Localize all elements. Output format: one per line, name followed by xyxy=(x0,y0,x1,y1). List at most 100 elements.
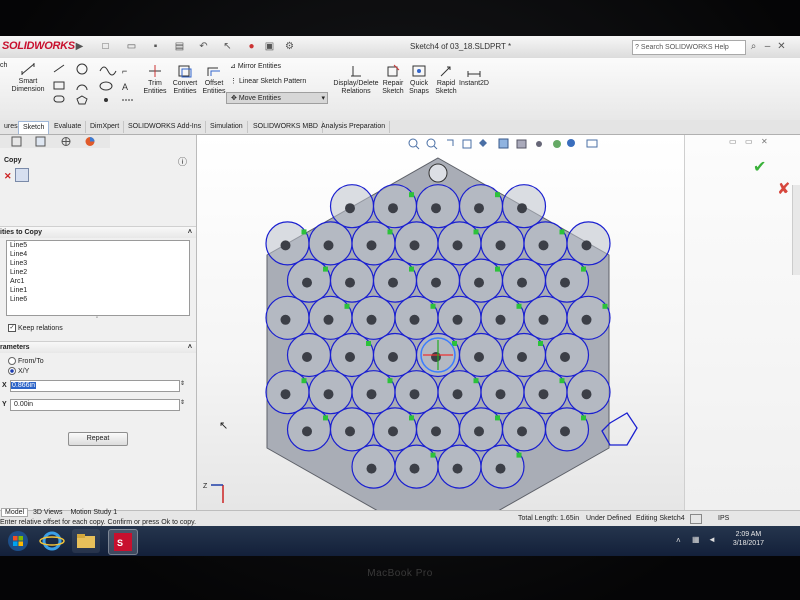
cancel-icon[interactable]: ✕ xyxy=(4,171,12,182)
tab-simulation[interactable]: Simulation xyxy=(206,121,248,133)
repeat-button[interactable]: Repeat xyxy=(68,432,128,446)
convert-entities-button[interactable]: Convert Entities xyxy=(170,64,200,96)
menu-arrow-icon[interactable]: ▶ xyxy=(74,41,85,52)
parameters-section-header[interactable]: rameters ˄ xyxy=(0,341,196,353)
rapid-sketch-button[interactable]: Rapid Sketch xyxy=(434,64,458,96)
from-to-radio[interactable]: From/To xyxy=(8,357,44,365)
tray-up-icon[interactable]: ˄ xyxy=(676,536,681,545)
instant2d-button[interactable]: Instant2D xyxy=(458,64,490,88)
pin-hole xyxy=(366,240,377,251)
tab-mbd[interactable]: SOLIDWORKS MBD xyxy=(249,121,323,133)
rebuild-icon[interactable] xyxy=(690,514,702,524)
checkbox-checked-icon[interactable]: ✓ xyxy=(8,324,16,332)
exit-sketch-icon[interactable]: ✘ xyxy=(777,179,790,199)
task-pane-tabs[interactable] xyxy=(792,185,800,275)
tab-add-ins[interactable]: SOLIDWORKS Add-Ins xyxy=(124,121,207,133)
volume-icon[interactable]: ◄ xyxy=(708,535,716,544)
pin-hole xyxy=(538,314,549,325)
windows-logo-icon xyxy=(8,531,28,551)
list-item[interactable]: Line3 xyxy=(7,259,189,268)
linear-sketch-pattern-button[interactable]: ⋮ Linear Sketch Pattern xyxy=(230,76,306,88)
save-icon[interactable]: ▪ xyxy=(150,41,161,52)
solidworks-app-icon: S xyxy=(114,533,132,551)
select-icon[interactable]: ↖ xyxy=(222,41,233,52)
open-folder-icon[interactable]: ▭ xyxy=(126,41,137,52)
mirror-entities-label: Mirror Entities xyxy=(237,63,281,70)
pin-hole xyxy=(517,352,527,362)
traffic-light-icon[interactable]: ● xyxy=(246,41,257,52)
relation-marker xyxy=(387,378,393,384)
spin-arrows-icon[interactable]: ⇕ xyxy=(180,380,185,387)
tab-sketch[interactable]: Sketch xyxy=(18,121,50,134)
restore-icon[interactable]: ▭ xyxy=(729,137,737,146)
chevron-down-icon[interactable]: ▾ xyxy=(321,93,327,105)
relation-marker xyxy=(495,266,500,272)
entities-list[interactable]: Line5 Line4 Line3 Line2 Arc1 Line1 Line6 xyxy=(6,240,190,316)
file-explorer-button[interactable] xyxy=(72,529,100,553)
list-item[interactable]: Arc1 xyxy=(7,277,189,286)
relation-marker xyxy=(495,192,500,198)
start-button[interactable] xyxy=(4,529,32,553)
collapse-chevron-icon[interactable]: ˄ xyxy=(188,342,196,353)
keep-relations-checkbox[interactable]: ✓ Keep relations xyxy=(8,324,63,332)
tile-icon[interactable]: ▭ xyxy=(745,137,753,146)
top-vertex-circle[interactable] xyxy=(428,163,448,183)
close-window-icon[interactable]: ✕ xyxy=(776,41,787,52)
resize-handle-icon[interactable]: ◦ xyxy=(96,315,98,321)
help-icon[interactable]: ⓘ xyxy=(178,155,187,168)
mirror-entities-button[interactable]: ⊿ Mirror Entities xyxy=(230,61,281,73)
manager-tab-icons[interactable] xyxy=(0,135,110,148)
sketch-entity-tools[interactable]: ⌐ A xyxy=(50,62,140,106)
radio-selected-icon[interactable] xyxy=(8,367,16,375)
network-icon[interactable]: ▦ xyxy=(692,535,700,544)
file-properties-icon[interactable]: ▣ xyxy=(264,41,275,52)
internet-explorer-button[interactable] xyxy=(38,529,66,553)
close-doc-icon[interactable]: ✕ xyxy=(761,137,768,146)
radio-unselected-icon[interactable] xyxy=(8,357,16,365)
move-entities-button[interactable]: ✥ Move Entities ▾ xyxy=(226,92,328,104)
spin-arrows-icon[interactable]: ⇕ xyxy=(180,399,185,406)
quick-snaps-button[interactable]: Quick Snaps xyxy=(407,64,431,96)
display-delete-relations-button[interactable]: Display/Delete Relations xyxy=(332,64,380,96)
print-icon[interactable]: ▤ xyxy=(174,41,185,52)
offset-entities-button[interactable]: Offset Entities xyxy=(200,64,228,96)
pushpin-icon[interactable] xyxy=(15,168,29,182)
dx-label: X xyxy=(2,382,7,389)
list-item[interactable]: Line4 xyxy=(7,250,189,259)
undo-icon[interactable]: ↶ xyxy=(198,41,209,52)
dy-input[interactable]: 0.00in xyxy=(10,399,180,411)
tab-model[interactable]: Model xyxy=(1,508,29,517)
dx-input[interactable]: 0.866in xyxy=(10,380,180,392)
tab-3d-views[interactable]: 3D Views xyxy=(30,509,65,516)
pm-title: Copy xyxy=(4,157,22,164)
minimize-icon[interactable]: – xyxy=(762,41,773,52)
monitor-screen: SOLIDWORKS ▶ □ ▭ ▪ ▤ ↶ ↖ ● ▣ ⚙ Sketch4 o… xyxy=(0,36,800,556)
list-item[interactable]: Line2 xyxy=(7,268,189,277)
clock-time: 2:09 AM xyxy=(735,531,762,538)
confirm-checkmark-icon[interactable]: ✔ xyxy=(753,157,766,177)
tab-evaluate[interactable]: Evaluate xyxy=(50,121,87,133)
sketch-circle-group[interactable] xyxy=(265,184,638,489)
xy-radio[interactable]: X/Y xyxy=(8,367,29,375)
units-selector[interactable]: IPS xyxy=(718,515,729,522)
trim-entities-button[interactable]: Trim Entities xyxy=(140,64,170,96)
new-document-icon[interactable]: □ xyxy=(100,41,111,52)
search-icon[interactable]: ⌕ xyxy=(748,41,759,52)
relation-marker xyxy=(409,415,414,421)
collapse-chevron-icon[interactable]: ˄ xyxy=(188,227,196,238)
graphics-area[interactable]: ↖ Z xyxy=(197,135,684,510)
entities-section-header[interactable]: ities to Copy ˄ xyxy=(0,226,196,238)
tab-dimxpert[interactable]: DimXpert xyxy=(86,121,125,133)
system-clock[interactable]: 2:09 AM 3/18/2017 xyxy=(733,530,764,548)
list-item[interactable]: Line1 xyxy=(7,286,189,295)
sketch-canvas[interactable] xyxy=(197,135,684,510)
options-gear-icon[interactable]: ⚙ xyxy=(284,41,295,52)
list-item[interactable]: Line5 xyxy=(7,241,189,250)
tab-motion-study[interactable]: Motion Study 1 xyxy=(67,509,120,516)
list-item[interactable]: Line6 xyxy=(7,295,189,304)
smart-dimension-button[interactable]: Smart Dimension xyxy=(8,62,48,94)
solidworks-taskbar-button[interactable]: S xyxy=(108,529,138,555)
repair-sketch-button[interactable]: Repair Sketch xyxy=(380,64,406,96)
help-search-input[interactable]: ? Search SOLIDWORKS Help xyxy=(632,40,746,55)
tab-analysis-preparation[interactable]: Analysis Preparation xyxy=(317,121,391,133)
